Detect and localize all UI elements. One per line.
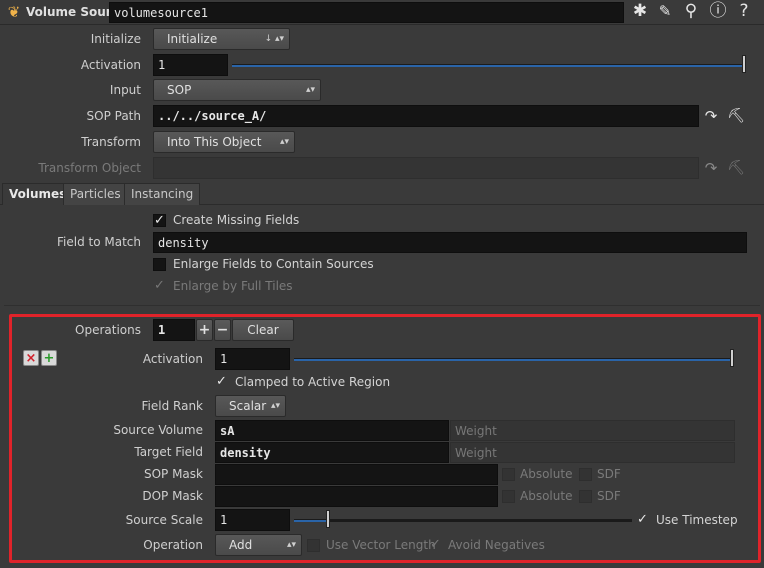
avoid-negatives-label: Avoid Negatives [448,538,545,552]
enlarge-fields-checkbox[interactable] [153,258,166,271]
target-field-weight-field[interactable]: Weight [450,442,735,463]
chevron-updown-icon: ▴▾ [279,137,289,147]
close-icon: × [25,351,37,366]
create-missing-fields-label: Create Missing Fields [173,213,300,227]
clamped-active-region-label: Clamped to Active Region [235,375,391,389]
sop-path-label: SOP Path [86,109,141,123]
source-scale-label: Source Scale [125,513,203,527]
initialize-dropdown[interactable]: Initialize ↓ ▴▾ [153,28,290,50]
chevron-updown-icon: ▴▾ [286,540,296,550]
clamped-active-region-checkbox[interactable]: ✓ [215,375,228,389]
add-operation-button[interactable]: + [196,319,213,341]
field-to-match-label: Field to Match [57,235,141,249]
remove-operation-button[interactable]: − [214,319,231,341]
sop-mask-label: SOP Mask [143,467,203,481]
dop-mask-field[interactable] [215,486,498,507]
source-volume-weight-field[interactable]: Weight [450,420,735,441]
use-vector-length-checkbox [307,539,320,552]
source-scale-field[interactable]: 1 [215,509,290,531]
tab-particles[interactable]: Particles [63,183,128,205]
chevron-down-icon: ↓ ▴▾ [264,34,284,44]
insert-operation-button[interactable]: + [41,350,57,366]
enlarge-fields-label: Enlarge Fields to Contain Sources [173,257,374,271]
input-dropdown-value: SOP [167,83,192,97]
transform-dropdown-value: Into This Object [167,135,262,149]
use-timestep-label: Use Timestep [656,513,738,527]
jump-to-operator-icon[interactable]: ↷ [702,106,720,126]
initialize-label: Initialize [90,32,141,46]
sop-mask-sdf-checkbox [579,468,592,481]
dop-mask-sdf-label: SDF [597,489,621,503]
operation-label: Operation [143,538,203,552]
op-activation-slider-handle[interactable] [730,349,734,367]
delete-operation-button[interactable]: × [23,350,39,366]
sop-path-field[interactable]: ../../source_A/ [153,105,699,127]
sop-mask-sdf-label: SDF [597,467,621,481]
source-volume-field[interactable]: sA [215,420,449,441]
enlarge-full-tiles-label: Enlarge by Full Tiles [173,279,293,293]
operations-label: Operations [75,323,141,337]
chevron-updown-icon: ▴▾ [270,401,280,411]
transform-label: Transform [81,135,141,149]
jump-to-operator-icon: ↷ [704,159,718,177]
operation-dropdown[interactable]: Add ▴▾ [215,534,302,556]
transform-object-field [153,157,699,179]
activation-label: Activation [80,58,141,72]
field-rank-dropdown[interactable]: Scalar ▴▾ [215,395,286,417]
dop-mask-sdf-checkbox [579,490,592,503]
enlarge-full-tiles-checkbox: ✓ [154,278,165,293]
operations-count-field[interactable]: 1 [153,319,195,341]
header-bar: ❦ Volume Source volumesource1 ✱ ✎ ⚲ ⓘ ? [0,0,764,25]
weight-placeholder: Weight [455,446,497,460]
input-dropdown[interactable]: SOP ▴▾ [153,79,321,101]
source-volume-label: Source Volume [113,423,203,437]
field-to-match-field[interactable]: density [153,232,747,253]
clear-operations-button[interactable]: Clear [232,319,294,341]
target-field-label: Target Field [134,445,203,459]
sop-mask-absolute-label: Absolute [520,467,573,481]
sop-mask-field[interactable] [215,464,498,485]
sop-mask-absolute-checkbox [502,468,515,481]
op-activation-slider-track[interactable] [294,358,732,361]
dop-mask-absolute-label: Absolute [520,489,573,503]
operator-chooser-icon: ⛏ [727,160,745,176]
operator-chooser-icon[interactable]: ⛏ [725,106,747,126]
insert-icon: + [43,351,55,366]
node-name-field[interactable]: volumesource1 [109,2,624,23]
chevron-updown-icon: ▴▾ [305,85,315,95]
source-scale-slider-track[interactable] [294,519,632,522]
help-icon[interactable]: ? [733,1,755,21]
weight-placeholder: Weight [455,424,497,438]
dop-mask-absolute-checkbox [502,490,515,503]
paintbrush-icon[interactable]: ✎ [654,1,676,21]
volume-source-node-icon: ❦ [7,3,21,21]
search-icon[interactable]: ⚲ [680,1,702,21]
initialize-dropdown-value: Initialize [167,32,218,46]
input-label: Input [109,83,141,97]
field-rank-label: Field Rank [141,399,204,413]
op-activation-field[interactable]: 1 [215,348,290,370]
source-scale-slider-handle[interactable] [326,510,330,528]
gear-icon[interactable]: ✱ [629,1,651,21]
create-missing-fields-checkbox[interactable]: ✓ [153,214,166,227]
dop-mask-label: DOP Mask [142,489,203,503]
use-vector-length-label: Use Vector Length [326,538,436,552]
operation-dropdown-value: Add [229,538,253,552]
activation-field[interactable]: 1 [153,54,228,76]
use-timestep-checkbox[interactable]: ✓ [636,513,649,527]
transform-dropdown[interactable]: Into This Object ▴▾ [153,131,295,153]
op-activation-label: Activation [142,352,203,366]
section-divider [4,305,760,306]
target-field-field[interactable]: density [215,442,449,463]
field-rank-dropdown-value: Scalar [229,399,267,413]
avoid-negatives-checkbox: ✓ [430,537,441,552]
tab-instancing[interactable]: Instancing [124,183,201,205]
transform-object-label: Transform Object [38,161,141,175]
info-icon[interactable]: ⓘ [707,1,729,21]
source-scale-slider-fill [294,519,328,522]
activation-slider-track[interactable] [232,64,744,67]
activation-slider-handle[interactable] [742,55,746,73]
